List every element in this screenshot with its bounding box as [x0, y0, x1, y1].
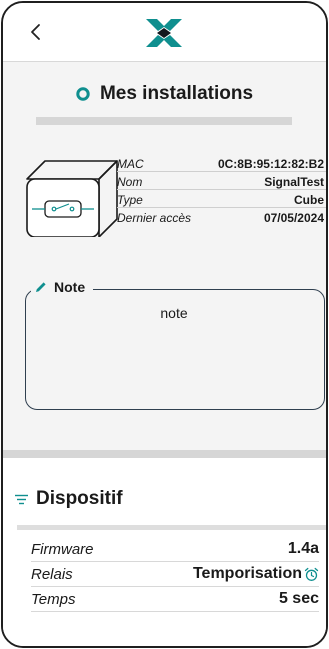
app-frame: Mes installations MAC 0C:8B:95:12:82:B2: [1, 1, 328, 648]
circle-icon: [76, 87, 90, 101]
dispositif-row-relais[interactable]: Relais Temporisation: [31, 562, 319, 587]
info-value: 0C:8B:95:12:82:B2: [217, 157, 324, 171]
note-label: Note: [31, 277, 94, 297]
info-key: MAC: [117, 157, 144, 171]
info-key: Nom: [117, 175, 143, 189]
brand-logo: [142, 16, 186, 50]
dispositif-value[interactable]: Temporisation: [193, 565, 319, 583]
dispositif-value: 1.4a: [288, 540, 319, 558]
info-row-mac: MAC 0C:8B:95:12:82:B2: [117, 154, 326, 172]
top-bar: [3, 3, 326, 62]
info-value: SignalTest: [264, 175, 324, 189]
dispositif-section: Dispositif Firmware 1.4a Relais Temporis…: [3, 458, 326, 646]
dispositif-key: Relais: [31, 565, 73, 583]
installation-info: MAC 0C:8B:95:12:82:B2 Nom SignalTest Typ…: [117, 154, 326, 225]
info-value: Cube: [294, 193, 324, 207]
temps-value: 5 sec: [278, 590, 319, 607]
dispositif-value: 5 sec: [279, 590, 319, 608]
alarm-clock-icon: [304, 567, 319, 581]
info-value: 07/05/2024: [263, 211, 324, 225]
dispositif-title: Dispositif: [36, 488, 123, 509]
dispositif-table: Firmware 1.4a Relais Temporisation Temps…: [31, 537, 319, 612]
info-row-last-access: Dernier accès 07/05/2024: [117, 208, 326, 225]
relais-value: Temporisation: [192, 565, 302, 582]
cube-relay-icon: [23, 157, 119, 238]
dispositif-header: Dispositif: [15, 488, 123, 510]
dispositif-key: Firmware: [31, 540, 94, 558]
list-icon: [15, 494, 28, 504]
note-text[interactable]: note: [25, 305, 323, 321]
dispositif-row-temps: Temps 5 sec: [31, 587, 319, 612]
title-divider: [36, 117, 292, 125]
content-area: Mes installations MAC 0C:8B:95:12:82:B2: [3, 62, 326, 646]
page-header: Mes installations: [3, 82, 326, 106]
info-row-type: Type Cube: [117, 190, 326, 208]
info-key: Type: [117, 193, 143, 207]
page-title: Mes installations: [99, 83, 254, 104]
dispositif-key: Temps: [31, 590, 76, 608]
firmware-value: 1.4a: [287, 540, 319, 557]
dispositif-row-firmware: Firmware 1.4a: [31, 537, 319, 562]
note-label-text: Note: [54, 279, 86, 295]
info-row-nom: Nom SignalTest: [117, 172, 326, 190]
dispositif-divider: [17, 525, 326, 530]
pencil-icon: [36, 282, 46, 292]
section-divider: [3, 450, 326, 458]
chevron-left-icon[interactable]: [27, 21, 47, 43]
info-key: Dernier accès: [117, 211, 192, 225]
